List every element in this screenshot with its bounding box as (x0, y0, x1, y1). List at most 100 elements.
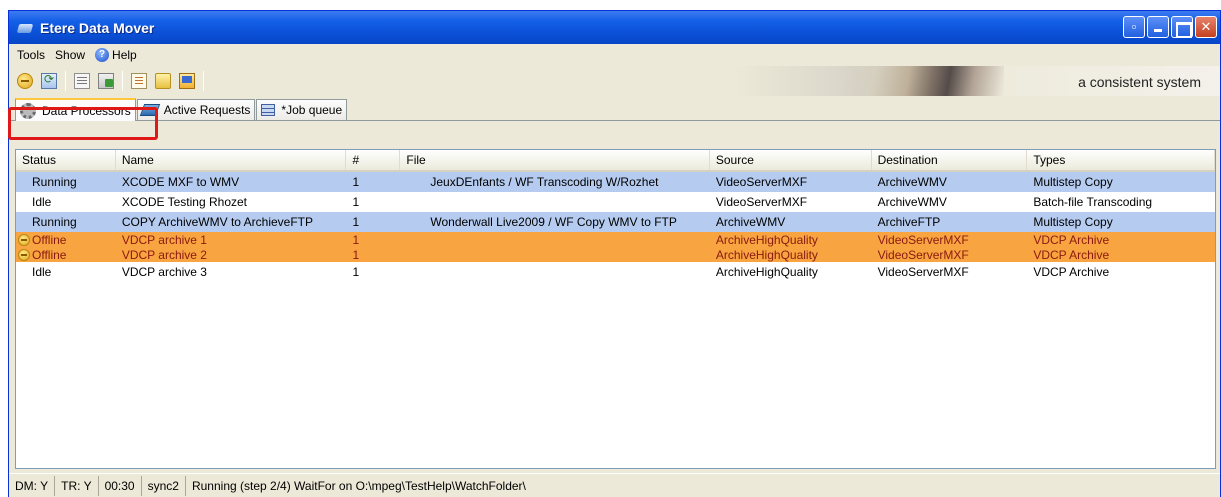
offline-icon (18, 233, 30, 246)
cell-name: VDCP archive 3 (121, 265, 207, 279)
column-status[interactable]: Status (16, 150, 116, 170)
cell-status: Offline (16, 233, 116, 247)
cell-number: 1 (352, 215, 360, 229)
properties-icon[interactable] (131, 73, 147, 89)
menu-bar: Tools Show ? Help (9, 44, 1220, 66)
table-row[interactable]: Offline VDCP archive 1 1 ArchiveHighQuality… (16, 232, 1215, 247)
tab-label: *Job queue (281, 103, 343, 117)
status-time: 00:30 (99, 476, 142, 496)
list-header: Status Name # File Source Destination Ty… (16, 150, 1215, 172)
banner-tagline: a consistent system (1078, 74, 1201, 90)
menu-tools-label: Tools (17, 48, 46, 62)
banner-image (844, 66, 1004, 96)
cell-number: 1 (352, 247, 360, 262)
cell-types: VDCP Archive (1033, 232, 1110, 247)
cell-destination: VideoServerMXF (877, 232, 969, 247)
status-text: Running (32, 175, 77, 189)
window-title: Etere Data Mover (40, 19, 155, 36)
status-sync: sync2 (142, 476, 186, 496)
monitor-icon[interactable] (179, 73, 195, 89)
cell-status: Idle (16, 195, 116, 209)
menu-show[interactable]: Show (50, 48, 90, 62)
cell-destination: VideoServerMXF (877, 265, 969, 279)
open-folder-icon[interactable] (155, 73, 171, 89)
table-row[interactable]: Idle VDCP archive 3 1 ArchiveHighQuality Vid… (16, 262, 1215, 282)
cell-source: VideoServerMXF (715, 175, 808, 189)
cell-types: Multistep Copy (1033, 175, 1113, 189)
processors-list[interactable]: Status Name # File Source Destination Ty… (15, 149, 1216, 469)
cell-name: XCODE Testing Rhozet (121, 195, 247, 209)
queue-icon (261, 104, 276, 116)
cell-source: ArchiveHighQuality (715, 247, 818, 262)
app-logo-icon (17, 20, 35, 36)
column-destination[interactable]: Destination (872, 150, 1028, 170)
offline-icon (18, 248, 30, 261)
cell-source: VideoServerMXF (715, 195, 808, 209)
toolbar (9, 66, 1220, 96)
cell-number: 1 (352, 265, 360, 279)
status-tr: TR: Y (55, 476, 99, 496)
column-source[interactable]: Source (710, 150, 872, 170)
restore-layout-button[interactable]: ▫ (1123, 16, 1145, 38)
cell-status: Offline (16, 248, 116, 262)
menu-help[interactable]: ? Help (90, 48, 142, 62)
cell-name: VDCP archive 2 (121, 247, 207, 262)
documents-icon[interactable] (98, 73, 114, 89)
menu-tools[interactable]: Tools (12, 48, 50, 62)
tab-strip: Data Processors Active Requests *Job que… (9, 97, 1220, 121)
window-controls: ▫ ✕ (1123, 16, 1217, 38)
cell-destination: ArchiveWMV (877, 195, 947, 209)
close-button[interactable]: ✕ (1195, 16, 1217, 38)
column-name[interactable]: Name (116, 150, 347, 170)
cell-status: Idle (16, 265, 116, 279)
request-icon (139, 104, 160, 116)
table-row[interactable]: Idle XCODE Testing Rhozet 1 VideoServerMXF A… (16, 192, 1215, 212)
status-message: Running (step 2/4) WaitFor on O:\mpeg\Te… (191, 479, 526, 493)
column-file[interactable]: File (400, 150, 710, 170)
gear-icon (20, 102, 36, 119)
cell-number: 1 (352, 232, 360, 247)
cell-file: JeuxDEnfants / WF Transcoding W/Rozhet (430, 175, 659, 189)
cell-name: VDCP archive 1 (121, 232, 207, 247)
cell-source: ArchiveHighQuality (715, 232, 818, 247)
layout-icon: ▫ (1131, 19, 1137, 34)
status-text: Offline (32, 232, 67, 247)
cell-source: ArchiveHighQuality (715, 265, 818, 279)
cell-status: Running (16, 215, 116, 229)
column-types[interactable]: Types (1027, 150, 1215, 170)
tab-label: Active Requests (163, 103, 251, 117)
help-icon: ? (95, 48, 110, 62)
toolbar-separator (65, 71, 66, 91)
status-text: Offline (32, 247, 67, 262)
title-bar[interactable]: Etere Data Mover ▫ ✕ (9, 11, 1220, 44)
cell-types: Batch-file Transcoding (1033, 195, 1153, 209)
cell-name: COPY ArchiveWMV to ArchieveFTP (121, 215, 313, 229)
list-icon[interactable] (74, 73, 90, 89)
minimize-button[interactable] (1147, 16, 1169, 38)
stop-icon[interactable] (17, 73, 33, 89)
menu-show-label: Show (55, 48, 86, 62)
maximize-button[interactable] (1171, 16, 1193, 38)
status-text: Idle (32, 265, 52, 279)
status-text: Running (32, 215, 77, 229)
cell-types: Multistep Copy (1033, 215, 1113, 229)
cell-name: XCODE MXF to WMV (121, 175, 240, 189)
table-row[interactable]: Running COPY ArchiveWMV to ArchieveFTP 1 Wo… (16, 212, 1215, 232)
close-icon: ✕ (1200, 19, 1212, 34)
table-row[interactable]: Offline VDCP archive 2 1 ArchiveHighQuality… (16, 247, 1215, 262)
cell-number: 1 (352, 195, 360, 209)
app-window: Etere Data Mover ▫ ✕ Tools Show ? Help a… (8, 10, 1221, 497)
cell-file: Wonderwall Live2009 / WF Copy WMV to FTP (430, 215, 677, 229)
column-number[interactable]: # (346, 150, 401, 170)
table-row[interactable]: Running XCODE MXF to WMV 1 JeuxDEnfants / W… (16, 172, 1215, 192)
menu-help-label: Help (112, 48, 137, 62)
tab-active-requests[interactable]: Active Requests (136, 99, 256, 120)
toolbar-separator (122, 71, 123, 91)
tab-job-queue[interactable]: *Job queue (256, 99, 348, 120)
tab-label: Data Processors (42, 103, 131, 118)
cell-destination: ArchiveFTP (877, 215, 941, 229)
refresh-icon[interactable] (41, 72, 57, 89)
cell-status: Running (16, 175, 116, 189)
tab-data-processors[interactable]: Data Processors (15, 98, 136, 121)
status-text: Idle (32, 195, 52, 209)
